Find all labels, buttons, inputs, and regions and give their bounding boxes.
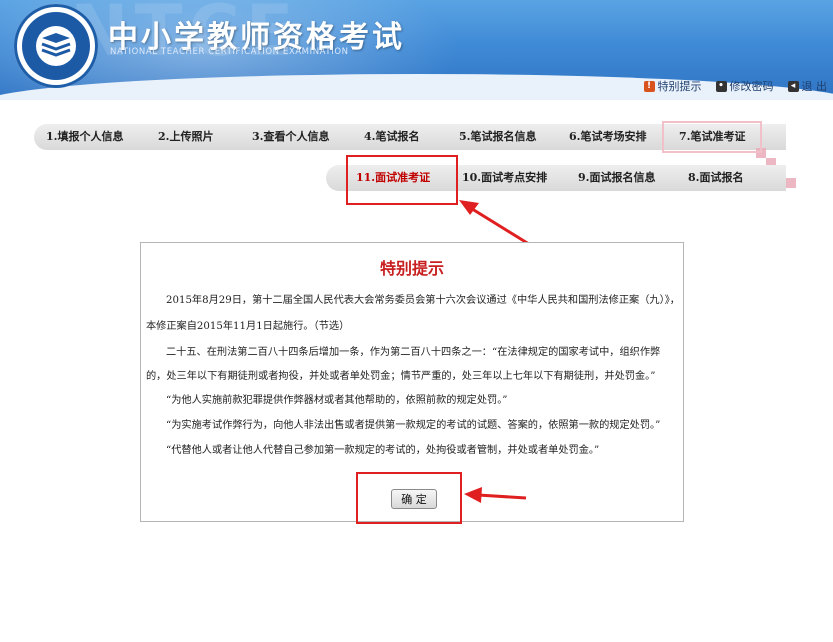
tab-view-personal-info[interactable]: 3.查看个人信息 [252, 124, 329, 150]
notice-title: 特别提示 [379, 259, 444, 278]
notice-line-1: 2015年8月29日，第十二届全国人民代表大会常务委员会第十六次会议通过《中华人… [166, 295, 680, 306]
logout-label: 退 出 [801, 80, 828, 93]
special-notice-link[interactable]: ! 特别提示 [643, 78, 702, 94]
logout-icon: ◂ [787, 80, 799, 92]
ntce-logo [14, 4, 98, 88]
tab-written-exam-room[interactable]: 6.笔试考场安排 [569, 124, 646, 150]
special-notice-label: 特别提示 [657, 80, 702, 93]
password-icon: • [715, 80, 727, 92]
tab-fill-personal-info[interactable]: 1.填报个人信息 [46, 124, 123, 150]
tab-interview-site[interactable]: 10.面试考点安排 [462, 165, 547, 191]
change-password-label: 修改密码 [729, 80, 774, 93]
warning-icon: ! [643, 80, 655, 92]
notice-line-5: “为他人实施前款犯罪提供作弊器材或者其他帮助的，依照前款的规定处罚。” [166, 395, 508, 406]
annotation-highlight-faint [662, 121, 762, 153]
book-stack-icon [41, 33, 71, 57]
annotation-box-interview-ticket [346, 155, 458, 205]
tab-interview-registration-info[interactable]: 9.面试报名信息 [578, 165, 655, 191]
annotation-box-confirm [356, 472, 462, 524]
notice-line-3: 二十五、在刑法第二百八十四条后增加一条，作为第二百八十四条之一：“在法律规定的国… [166, 347, 661, 358]
tab-upload-photo[interactable]: 2.上传照片 [158, 124, 213, 150]
notice-line-6: “为实施考试作弊行为，向他人非法出售或者提供第一款规定的考试的试题、答案的，依照… [166, 420, 661, 431]
notice-line-2: 本修正案自2015年11月1日起施行。（节选） [146, 321, 350, 332]
notice-line-4: 的，处三年以下有期徒刑或者拘役，并处或者单处罚金；情节严重的，处三年以上七年以下… [146, 371, 656, 382]
notice-line-7: “代替他人或者让他人代替自己参加第一款规定的考试的，处拘役或者管制，并处或者单处… [166, 445, 600, 456]
top-links: ! 特别提示 • 修改密码 ◂ 退 出 [643, 78, 828, 94]
header-banner: NTCE 中小学教师资格考试 NATIONAL TEACHER CERTIFIC… [0, 0, 833, 100]
pixel-artifact [786, 178, 796, 188]
tab-written-registration[interactable]: 4.笔试报名 [364, 124, 419, 150]
logout-link[interactable]: ◂ 退 出 [787, 78, 828, 94]
site-subtitle: NATIONAL TEACHER CERTIFICATION EXAMINATI… [110, 47, 349, 57]
change-password-link[interactable]: • 修改密码 [715, 78, 774, 94]
tab-written-registration-info[interactable]: 5.笔试报名信息 [459, 124, 536, 150]
tab-interview-registration[interactable]: 8.面试报名 [688, 165, 743, 191]
